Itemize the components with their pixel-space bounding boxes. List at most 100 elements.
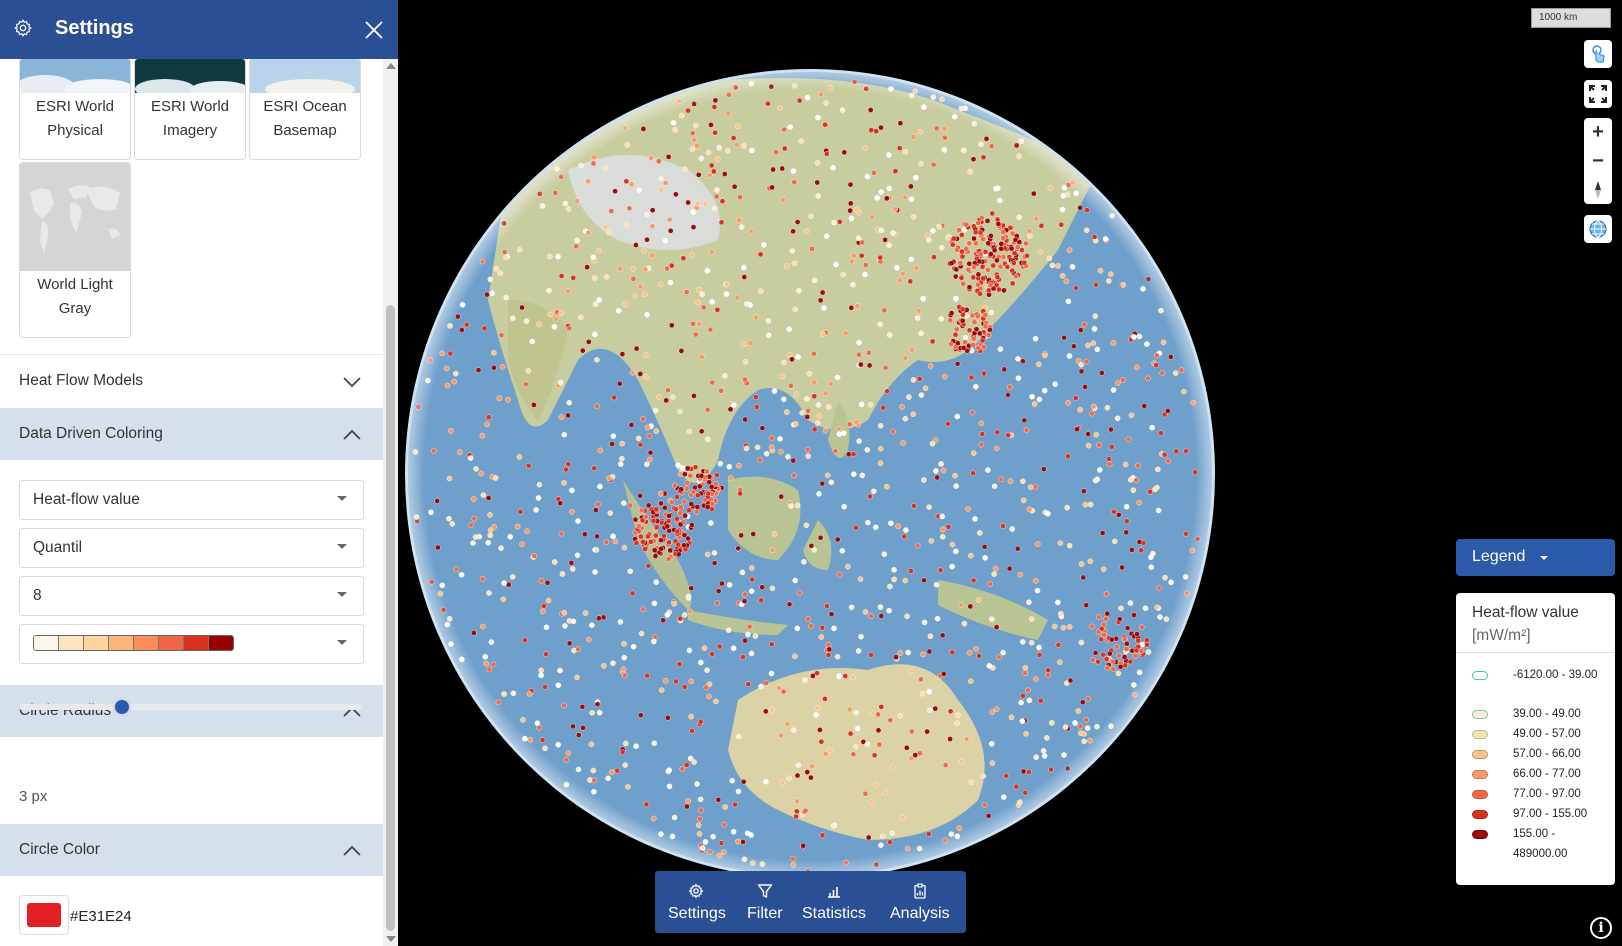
radius-slider-thumb[interactable] xyxy=(112,698,131,716)
legend-item-label: 39.00 - 49.00 xyxy=(1513,708,1581,720)
scroll-up-arrow-icon[interactable] xyxy=(386,63,396,69)
section-label: Data Driven Coloring xyxy=(19,425,163,442)
toolbar-label: Analysis xyxy=(890,905,950,922)
gear-icon xyxy=(688,883,704,899)
classification-method-select[interactable]: Quantil xyxy=(19,528,364,568)
basemap-esri-world-imagery[interactable]: ESRI World Imagery xyxy=(134,59,246,160)
legend-swatch xyxy=(1472,750,1488,759)
navigation-help-button[interactable] xyxy=(1584,40,1612,68)
globe-rim xyxy=(408,72,1212,876)
color-ramp-step xyxy=(184,636,209,650)
toolbar-label: Statistics xyxy=(802,905,867,922)
basemap-label: ESRI World Imagery xyxy=(150,98,230,139)
toolbar-label: Settings xyxy=(668,905,726,922)
toolbar-statistics-button[interactable]: Statistics xyxy=(793,871,875,933)
map-view[interactable] xyxy=(398,0,1622,946)
legend-item-label: 57.00 - 66.00 xyxy=(1513,748,1581,760)
caret-down-icon xyxy=(337,640,347,645)
legend-item-label: 77.00 - 97.00 xyxy=(1513,788,1581,800)
section-circle-radius[interactable]: Circle Radius xyxy=(0,685,383,737)
color-hex-label: #E31E24 xyxy=(70,908,132,925)
fullscreen-button[interactable] xyxy=(1584,80,1612,108)
toolbar-settings-button[interactable]: Settings xyxy=(655,871,737,933)
color-ramp-step xyxy=(84,636,109,650)
section-label: Circle Color xyxy=(19,841,100,858)
chevron-up-icon xyxy=(343,845,361,856)
toolbar-analysis-button[interactable]: Analysis xyxy=(875,871,966,933)
basemap-thumbnail xyxy=(250,59,360,93)
color-ramp-select[interactable] xyxy=(19,624,364,664)
panel-title: Settings xyxy=(55,17,134,39)
basemap-thumbnail xyxy=(20,59,130,93)
legend-swatch xyxy=(1472,790,1488,799)
basemap-esri-ocean-basemap[interactable]: ESRI Ocean Basemap xyxy=(249,59,361,160)
attribute-select[interactable]: Heat-flow value xyxy=(19,480,364,520)
bar-chart-icon xyxy=(828,887,840,898)
legend-swatch xyxy=(1472,830,1488,839)
compass-button[interactable] xyxy=(1584,176,1612,204)
basemap-label: ESRI Ocean Basemap xyxy=(263,98,347,139)
color-picker-swatch[interactable] xyxy=(19,895,69,935)
legend-button-label: Legend xyxy=(1472,548,1526,565)
scroll-down-arrow-icon[interactable] xyxy=(386,936,396,942)
legend-toggle-button[interactable]: Legend xyxy=(1456,539,1615,576)
globe[interactable] xyxy=(398,0,1622,946)
basemap-esri-world-physical[interactable]: ESRI World Physical xyxy=(19,59,131,160)
info-icon[interactable]: i xyxy=(1590,917,1612,939)
legend-item-label: 97.00 - 155.00 xyxy=(1513,808,1588,820)
color-ramp-step xyxy=(134,636,159,650)
globe-view-button[interactable] xyxy=(1584,215,1612,243)
compass-icon xyxy=(1595,181,1601,199)
legend-swatch xyxy=(1472,770,1488,779)
zoom-controls: + − xyxy=(1584,118,1612,204)
legend-item-label: 66.00 - 77.00 xyxy=(1513,768,1581,780)
hand-pointer-icon xyxy=(1592,45,1605,63)
globe-icon xyxy=(1589,220,1607,238)
panel-header: Settings xyxy=(0,0,398,59)
color-ramp-step xyxy=(209,636,233,650)
legend-title: Heat-flow value [mW/m²] xyxy=(1472,601,1612,647)
toolbar-label: Filter xyxy=(747,905,783,922)
legend-swatch xyxy=(1472,671,1488,680)
caret-down-icon xyxy=(1540,556,1548,560)
legend-item-label: 155.00 - 489000.00 xyxy=(1513,828,1568,860)
gear-icon xyxy=(14,19,32,37)
legend-panel: Heat-flow value [mW/m²] -6120.00 - 39.00… xyxy=(1456,593,1615,885)
bottom-toolbar: Settings Filter Statistics Analysis xyxy=(655,871,966,933)
section-label: Heat Flow Models xyxy=(19,372,144,389)
basemap-label: ESRI World Physical xyxy=(35,98,115,139)
legend-swatch xyxy=(1472,730,1488,739)
color-ramp-step xyxy=(109,636,134,650)
toolbar-filter-button[interactable]: Filter xyxy=(737,871,793,933)
divider xyxy=(1456,652,1615,653)
legend-item-label: 49.00 - 57.00 xyxy=(1513,728,1581,740)
basemap-label: World Light Gray xyxy=(37,276,113,317)
panel-scrollbar[interactable] xyxy=(383,59,398,946)
basemap-thumbnail xyxy=(20,163,130,271)
clipboard-chart-icon xyxy=(914,883,926,899)
caret-down-icon xyxy=(337,496,347,501)
select-value: Quantil xyxy=(33,539,83,556)
caret-down-icon xyxy=(337,544,347,549)
color-ramp-step xyxy=(159,636,184,650)
close-icon[interactable] xyxy=(363,19,385,41)
zoom-in-button[interactable]: + xyxy=(1584,118,1612,146)
fullscreen-icon xyxy=(1589,85,1607,103)
section-heat-flow-models[interactable]: Heat Flow Models xyxy=(0,355,383,407)
caret-down-icon xyxy=(337,592,347,597)
color-ramp xyxy=(33,635,234,651)
legend-unit: [mW/m²] xyxy=(1472,627,1531,644)
color-ramp-step xyxy=(59,636,84,650)
class-count-select[interactable]: 8 xyxy=(19,576,364,616)
zoom-out-button[interactable]: − xyxy=(1584,147,1612,175)
basemap-world-light-gray[interactable]: World Light Gray xyxy=(19,162,131,338)
scrollbar-thumb[interactable] xyxy=(386,305,395,931)
section-data-driven-coloring[interactable]: Data Driven Coloring xyxy=(0,408,383,460)
radius-slider-track[interactable] xyxy=(19,704,362,710)
select-value: Heat-flow value xyxy=(33,491,140,508)
legend-item-label: -6120.00 - 39.00 xyxy=(1513,669,1598,681)
chevron-down-icon xyxy=(343,377,361,388)
select-value: 8 xyxy=(33,587,42,604)
color-ramp-step xyxy=(34,636,59,650)
section-circle-color[interactable]: Circle Color xyxy=(0,824,383,876)
